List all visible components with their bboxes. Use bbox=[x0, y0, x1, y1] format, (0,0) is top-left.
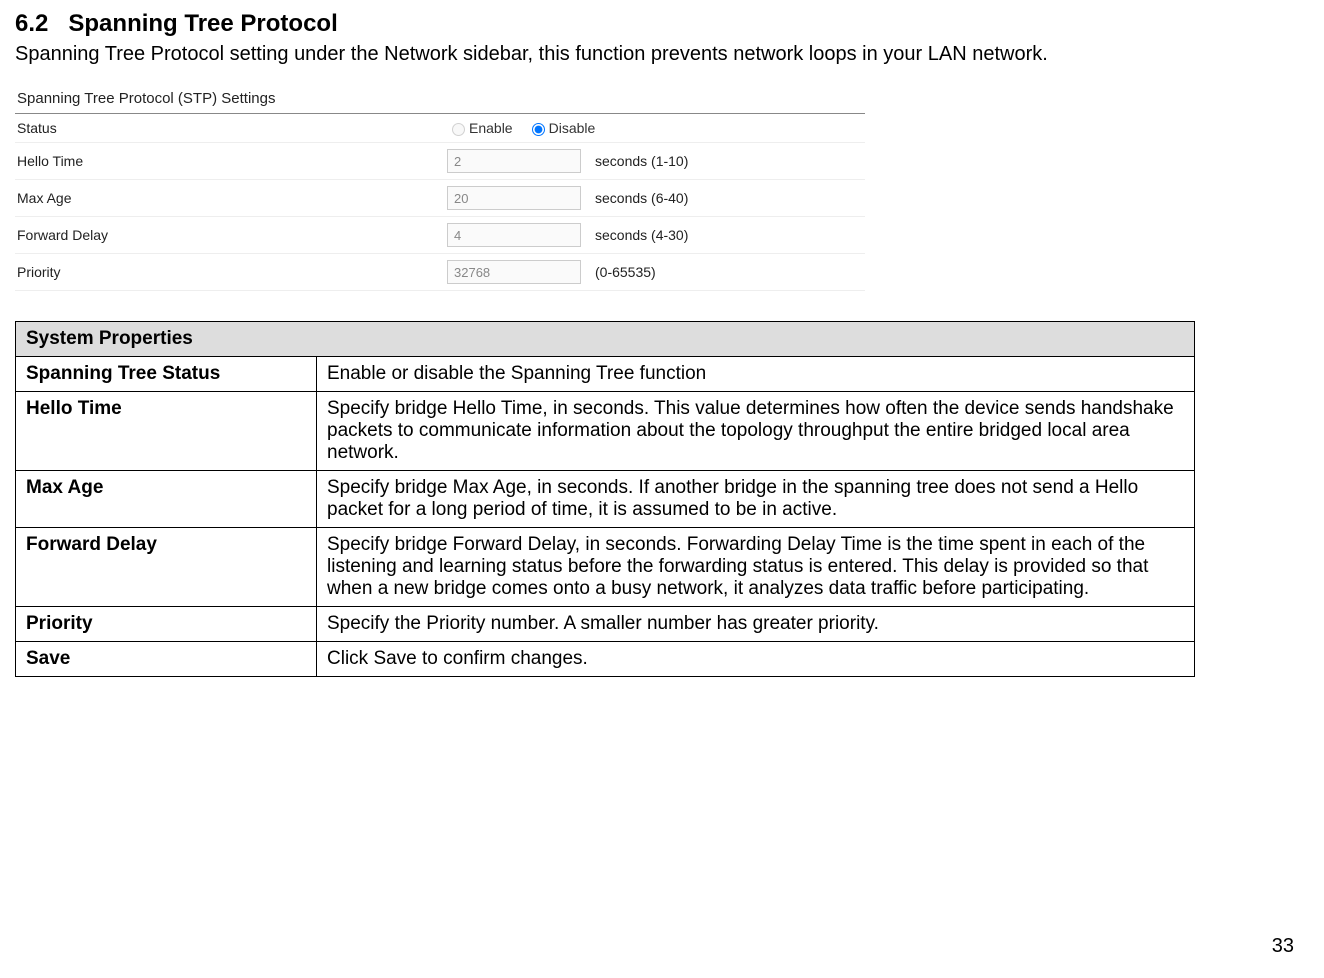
label-max-age: Max Age bbox=[17, 190, 447, 206]
label-status: Status bbox=[17, 120, 447, 136]
suffix-hello-time: seconds (1-10) bbox=[595, 153, 688, 169]
prop-name: Save bbox=[16, 642, 317, 677]
row-hello-time: Hello Time seconds (1-10) bbox=[15, 143, 865, 180]
suffix-max-age: seconds (6-40) bbox=[595, 190, 688, 206]
row-priority: Priority (0-65535) bbox=[15, 254, 865, 291]
prop-desc: Enable or disable the Spanning Tree func… bbox=[317, 357, 1195, 392]
page-number: 33 bbox=[1272, 935, 1294, 958]
panel-title: Spanning Tree Protocol (STP) Settings bbox=[15, 86, 865, 114]
suffix-forward-delay: seconds (4-30) bbox=[595, 227, 688, 243]
table-row: Hello Time Specify bridge Hello Time, in… bbox=[16, 392, 1195, 471]
system-properties-table: System Properties Spanning Tree Status E… bbox=[15, 321, 1195, 677]
label-hello-time: Hello Time bbox=[17, 153, 447, 169]
prop-desc: Specify bridge Forward Delay, in seconds… bbox=[317, 528, 1195, 607]
prop-desc: Specify bridge Hello Time, in seconds. T… bbox=[317, 392, 1195, 471]
input-forward-delay[interactable] bbox=[447, 223, 581, 247]
radio-disable-label: Disable bbox=[549, 120, 596, 136]
table-row: Priority Specify the Priority number. A … bbox=[16, 607, 1195, 642]
input-hello-time[interactable] bbox=[447, 149, 581, 173]
suffix-priority: (0-65535) bbox=[595, 264, 656, 280]
table-row: Spanning Tree Status Enable or disable t… bbox=[16, 357, 1195, 392]
section-number: 6.2 bbox=[15, 10, 48, 37]
label-priority: Priority bbox=[17, 264, 447, 280]
prop-desc: Specify bridge Max Age, in seconds. If a… bbox=[317, 471, 1195, 528]
section-description: Spanning Tree Protocol setting under the… bbox=[15, 43, 1264, 66]
table-row: Forward Delay Specify bridge Forward Del… bbox=[16, 528, 1195, 607]
input-priority[interactable] bbox=[447, 260, 581, 284]
prop-desc: Specify the Priority number. A smaller n… bbox=[317, 607, 1195, 642]
row-max-age: Max Age seconds (6-40) bbox=[15, 180, 865, 217]
prop-name: Hello Time bbox=[16, 392, 317, 471]
label-forward-delay: Forward Delay bbox=[17, 227, 447, 243]
table-header-row: System Properties bbox=[16, 322, 1195, 357]
table-header: System Properties bbox=[16, 322, 1195, 357]
row-forward-delay: Forward Delay seconds (4-30) bbox=[15, 217, 865, 254]
radio-enable-label: Enable bbox=[469, 120, 513, 136]
table-row: Save Click Save to confirm changes. bbox=[16, 642, 1195, 677]
radio-disable[interactable] bbox=[532, 123, 545, 136]
table-row: Max Age Specify bridge Max Age, in secon… bbox=[16, 471, 1195, 528]
prop-desc: Click Save to confirm changes. bbox=[317, 642, 1195, 677]
prop-name: Spanning Tree Status bbox=[16, 357, 317, 392]
row-status: Status Enable Disable bbox=[15, 114, 865, 143]
prop-name: Max Age bbox=[16, 471, 317, 528]
radio-enable[interactable] bbox=[452, 123, 465, 136]
prop-name: Priority bbox=[16, 607, 317, 642]
input-max-age[interactable] bbox=[447, 186, 581, 210]
stp-settings-panel: Spanning Tree Protocol (STP) Settings St… bbox=[15, 86, 865, 291]
section-title-text: Spanning Tree Protocol bbox=[68, 10, 337, 37]
prop-name: Forward Delay bbox=[16, 528, 317, 607]
section-heading: 6.2 Spanning Tree Protocol bbox=[15, 10, 1264, 38]
